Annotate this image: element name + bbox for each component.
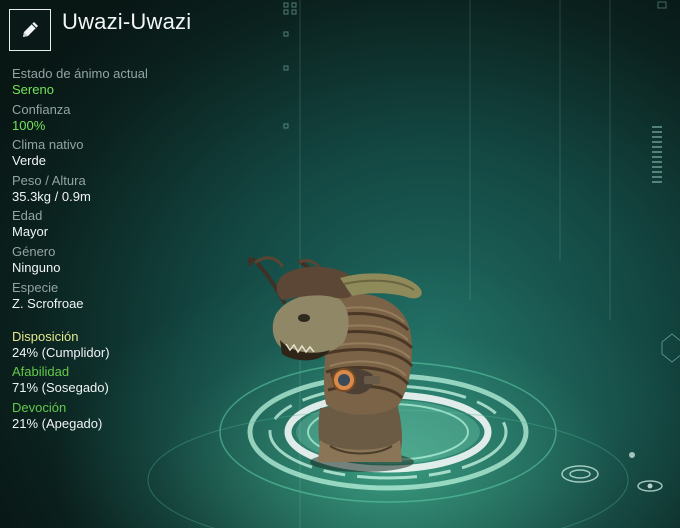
trait-value: 21% (Apegado) [12, 415, 103, 431]
trait-label: Disposición [12, 329, 79, 344]
trait-value: 71% (Sosegado) [12, 380, 109, 396]
stat-label: Edad [12, 208, 43, 224]
stat-value: Z. Scrofroae [12, 295, 84, 311]
pet-name-title: Uwazi-Uwazi [62, 9, 192, 34]
stat-trust: Confianza 100% [12, 102, 252, 138]
stat-age: Edad Mayor [12, 208, 252, 244]
trait-affability: Afabilidad 71% (Sosegado) [12, 364, 110, 399]
trait-label: Afabilidad [12, 364, 70, 380]
stat-weight-height: Peso / Altura 35.3kg / 0.9m [12, 173, 252, 209]
stat-species: Especie Z. Scrofroae [12, 280, 252, 316]
pet-profile-screen: Uwazi-Uwazi Estado de ánimo actual Seren… [0, 0, 680, 528]
stat-value: Sereno [12, 82, 54, 97]
pencil-icon [23, 22, 38, 37]
stat-label: Estado de ánimo actual [12, 66, 148, 81]
trait-value: 24% (Cumplidor) [12, 345, 110, 360]
stat-label: Clima nativo [12, 137, 84, 153]
stat-value: 35.3kg / 0.9m [12, 188, 91, 204]
stat-label: Confianza [12, 101, 71, 117]
stat-value: Verde [12, 153, 46, 169]
stat-value: 100% [12, 117, 46, 133]
stat-label: Peso / Altura [12, 172, 86, 188]
trait-label: Devoción [12, 399, 67, 415]
stat-value: Mayor [12, 224, 49, 240]
trait-disposition: Disposición 24% (Cumplidor) [12, 329, 110, 364]
pet-stats-panel: Estado de ánimo actual Sereno Confianza … [12, 66, 252, 315]
stat-gender: Género Ninguno [12, 244, 252, 280]
stat-mood: Estado de ánimo actual Sereno [12, 66, 252, 102]
trait-devotion: Devoción 21% (Apegado) [12, 400, 110, 435]
stat-native-climate: Clima nativo Verde [12, 137, 252, 173]
pet-traits-panel: Disposición 24% (Cumplidor) Afabilidad 7… [12, 329, 110, 435]
edit-name-button[interactable] [9, 9, 51, 51]
stat-label: Especie [12, 279, 59, 295]
stat-value: Ninguno [12, 259, 61, 275]
stat-label: Género [12, 243, 56, 259]
